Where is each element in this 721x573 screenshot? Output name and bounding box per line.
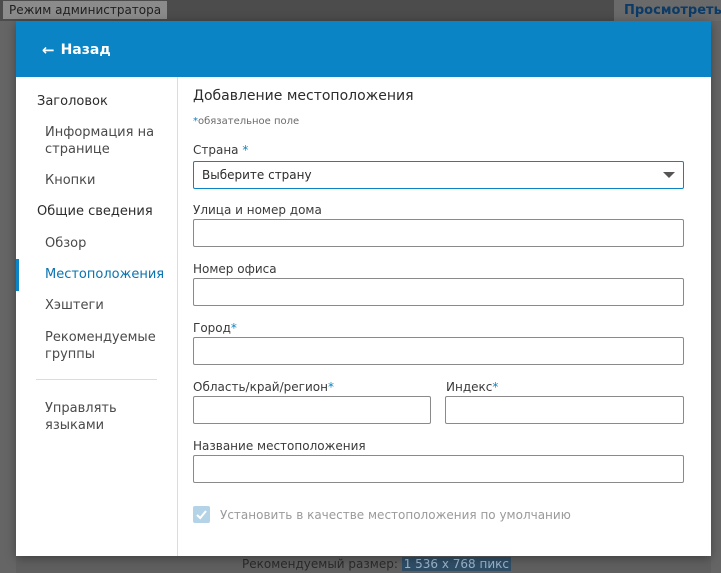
sidebar-item-label: Кнопки (45, 173, 96, 188)
office-input[interactable] (193, 278, 684, 306)
required-star: * (242, 143, 249, 157)
sidebar-item-recommended-groups[interactable]: Рекомендуемые группы (16, 329, 156, 363)
sidebar-nav: Заголовок Информация на странице Кнопки … (16, 77, 178, 556)
sidebar-item-label: Общие сведения (37, 204, 153, 219)
sidebar-item-label: Местоположения (45, 267, 165, 282)
sidebar-item-locations[interactable]: Местоположения (16, 259, 177, 291)
location-name-input[interactable] (193, 455, 684, 483)
sidebar-item-label: Хэштеги (45, 298, 104, 313)
required-star: * (492, 380, 499, 394)
arrow-left-icon: ← (42, 41, 55, 59)
caret-down-icon (663, 172, 675, 178)
region-label: Область/край/регион* (193, 379, 334, 395)
street-label: Улица и номер дома (193, 203, 322, 217)
default-location-label: Установить в качестве местоположения по … (220, 508, 571, 522)
office-label: Номер офиса (193, 262, 277, 276)
sidebar-item-label: Заголовок (37, 94, 108, 109)
country-label: Страна * (193, 142, 248, 158)
postal-label-text: Индекс (446, 380, 493, 394)
street-input[interactable] (193, 219, 684, 247)
admin-mode-label: Режим администратора (3, 1, 168, 19)
add-location-modal: ← Назад Заголовок Информация на странице… (16, 21, 711, 556)
sidebar-item-label: Управлять языками (45, 401, 117, 433)
sidebar-item-label: Обзор (45, 236, 87, 251)
required-star: * (230, 321, 237, 335)
region-input[interactable] (193, 396, 431, 424)
city-label: Город* (193, 320, 237, 336)
sidebar-item-buttons[interactable]: Кнопки (16, 172, 177, 189)
country-select[interactable]: Выберите страну (193, 161, 684, 189)
country-select-value: Выберите страну (202, 168, 312, 182)
sidebar-item-manage-languages[interactable]: Управлять языками (16, 400, 177, 434)
recommended-size-value: 1 536 x 768 пикс (401, 557, 511, 571)
required-note-text: обязательное поле (198, 116, 300, 127)
location-name-label: Название местоположения (193, 439, 366, 453)
background-left-edge (0, 21, 16, 573)
postal-label: Индекс* (446, 379, 498, 395)
sidebar-item-general-info[interactable]: Общие сведения (16, 203, 177, 220)
postal-code-input[interactable] (445, 396, 684, 424)
sidebar-item-label: Информация на странице (45, 125, 155, 157)
country-label-text: Страна (193, 143, 239, 157)
sidebar-divider (36, 379, 157, 380)
required-note: *обязательное поле (193, 115, 299, 129)
recommended-size-label: Рекомендуемый размер: (242, 557, 398, 571)
sidebar-item-header[interactable]: Заголовок (16, 93, 177, 110)
back-button[interactable]: ← Назад (42, 40, 111, 60)
region-label-text: Область/край/регион (193, 380, 328, 394)
back-button-label: Назад (60, 42, 111, 58)
sidebar-item-overview[interactable]: Обзор (16, 235, 177, 252)
background-right-edge (711, 21, 721, 573)
checkmark-icon (196, 510, 207, 520)
city-input[interactable] (193, 337, 684, 365)
view-button: Просмотреть (614, 0, 721, 21)
sidebar-item-page-info[interactable]: Информация на странице (16, 124, 166, 158)
sidebar-item-label: Рекомендуемые группы (45, 330, 156, 362)
recommended-size-text: Рекомендуемый размер: 1 536 x 768 пикс (242, 556, 511, 573)
default-location-checkbox[interactable] (193, 506, 210, 523)
required-star: * (327, 380, 334, 394)
city-label-text: Город (193, 321, 231, 335)
modal-header: ← Назад (16, 21, 711, 77)
sidebar-item-hashtags[interactable]: Хэштеги (16, 297, 177, 314)
form-title: Добавление местоположения (193, 88, 414, 104)
